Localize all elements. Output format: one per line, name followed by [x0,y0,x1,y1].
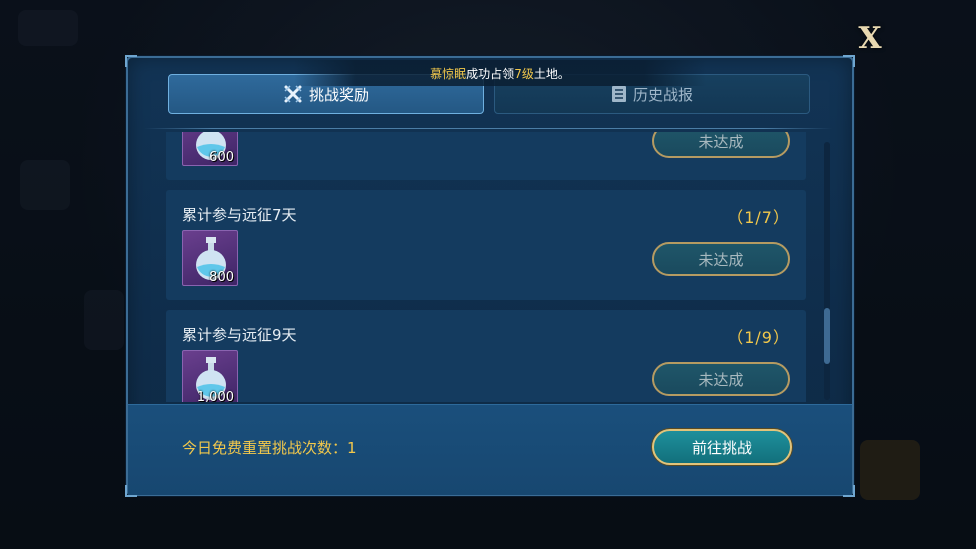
tab-label: 挑战奖励 [308,85,369,104]
go-challenge-button[interactable]: 前往挑战 [652,429,792,465]
claim-reward-button[interactable]: 未达成 [652,242,790,276]
task-progress: （1/9） [727,328,790,347]
tab-label: 历史战报 [632,85,693,104]
close-button[interactable]: X [852,24,888,54]
task-title: 累计参与远征7天 [182,206,297,224]
notice-level: 7级 [514,66,534,81]
list-item: 累计参与远征7天 （1/7） 800 未达成 [166,190,806,300]
item-quantity: 800 [209,270,234,285]
task-progress: （1/7） [727,208,790,227]
crossed-swords-icon [283,84,303,104]
reward-item[interactable]: 1,000 [182,350,238,402]
notice-text: 土地。 [533,66,570,81]
claim-reward-button[interactable]: 未达成 [652,132,790,158]
task-title: 累计参与远征9天 [182,326,297,344]
reward-list[interactable]: 600 未达成 累计参与远征7天 （1/7） 800 未达成 累计参与远征9天 … [166,132,810,402]
divider [144,128,832,129]
challenge-reward-dialog: 挑战奖励 历史战报 慕惊眠 成功占领 7级 土地。 600 未达成 累计参与远征… [125,55,855,497]
footer-bar: 今日免费重置挑战次数：1 前往挑战 [128,404,852,495]
corner-ornament [125,55,137,67]
corner-ornament [843,55,855,67]
notice-player-name: 慕惊眠 [430,66,467,81]
reward-item[interactable]: 800 [182,230,238,286]
item-quantity: 600 [209,150,234,165]
document-icon [611,85,627,103]
reward-item[interactable]: 600 [182,132,238,166]
scrollbar-thumb[interactable] [824,308,830,364]
free-reset-count: 今日免费重置挑战次数：1 [182,439,357,457]
item-quantity: 1,000 [196,390,234,402]
claim-reward-button[interactable]: 未达成 [652,362,790,396]
notice-text: 成功占领 [466,66,515,81]
broadcast-notice: 慕惊眠 成功占领 7级 土地。 [294,60,706,86]
list-item: 累计参与远征9天 （1/9） 1,000 未达成 [166,310,806,402]
list-item: 600 未达成 [166,132,806,180]
